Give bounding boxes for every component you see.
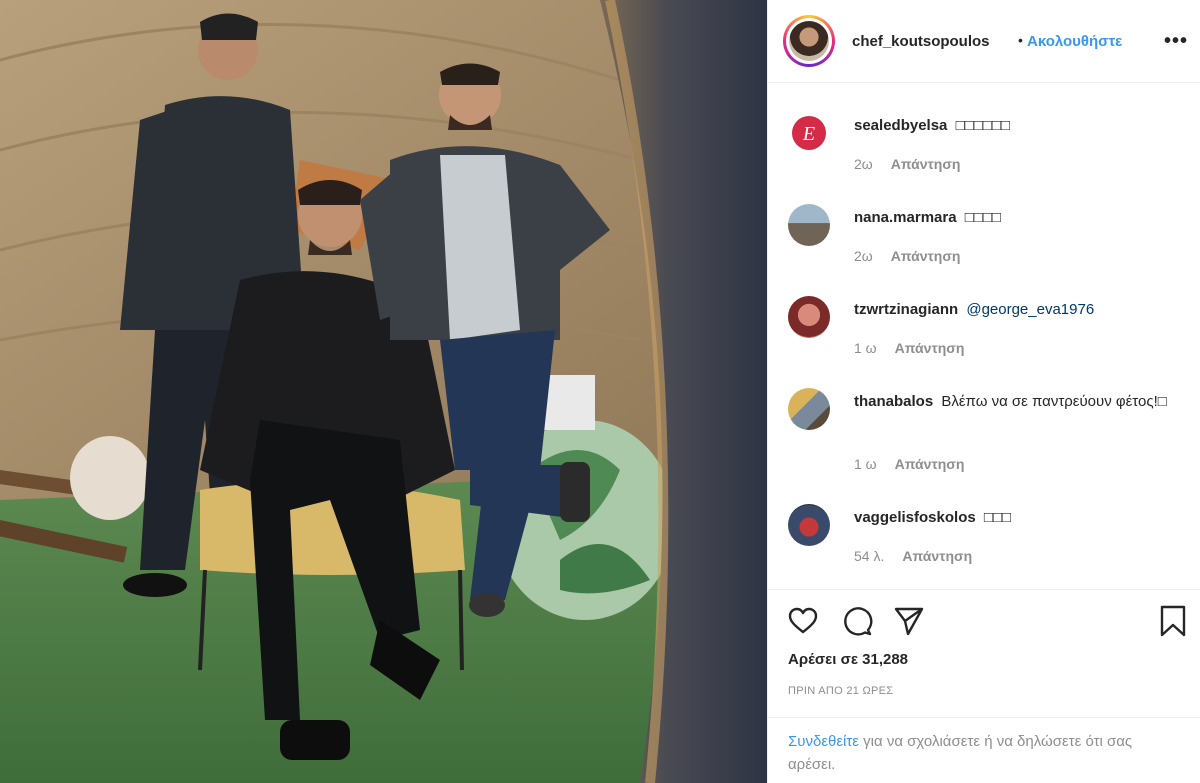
comment-item: thanabalos Βλέπω να σε παντρεύουν φέτος!… — [768, 382, 1200, 478]
comment-username[interactable]: thanabalos — [854, 393, 933, 410]
heart-icon[interactable] — [786, 604, 820, 638]
comment-body: □□□□□□ — [955, 117, 1010, 134]
commenter-avatar[interactable] — [788, 204, 830, 246]
post-side-panel: chef_koutsopoulos • Ακολουθήστε ••• E se… — [767, 0, 1200, 783]
photo-illustration — [0, 0, 767, 783]
comment-text: vaggelisfoskolos □□□ — [854, 506, 1183, 530]
comment-item: tzwrtzinagiann @george_eva1976 1 ω Απάντη… — [768, 290, 1200, 360]
comment-mention[interactable]: @george_eva1976 — [966, 301, 1094, 318]
commenter-avatar[interactable] — [788, 504, 830, 546]
comment-time: 54 λ. — [854, 548, 885, 564]
post-header: chef_koutsopoulos • Ακολουθήστε ••• — [768, 0, 1200, 83]
wax-seal-icon: E — [792, 116, 826, 150]
comment-time: 1 ω — [854, 456, 877, 472]
post-actions: Αρέσει σε 31,288 ΠΡΙΝ ΑΠΟ 21 ΩΡΕΣ Συνδεθ… — [768, 589, 1200, 783]
post-photo[interactable] — [0, 0, 767, 783]
comment-username[interactable]: sealedbyelsa — [854, 117, 947, 134]
post-timestamp: ΠΡΙΝ ΑΠΟ 21 ΩΡΕΣ — [788, 685, 894, 697]
comment-item: E sealedbyelsa □□□□□□ 2ω Απάντηση — [768, 106, 1200, 176]
comment-meta: 1 ω Απάντηση — [854, 340, 964, 356]
comment-item: nana.marmara □□□□ 2ω Απάντηση — [768, 198, 1200, 268]
author-avatar[interactable] — [783, 15, 835, 67]
comment-body: □□□□ — [964, 209, 1001, 226]
reply-button[interactable]: Απάντηση — [891, 248, 961, 264]
svg-text:E: E — [802, 123, 815, 145]
commenter-avatar[interactable]: E — [788, 112, 830, 154]
comment-meta: 2ω Απάντηση — [854, 248, 960, 264]
more-options-icon[interactable]: ••• — [1164, 30, 1188, 53]
comment-meta: 54 λ. Απάντηση — [854, 548, 972, 564]
likes-count[interactable]: Αρέσει σε 31,288 — [788, 651, 908, 668]
comment-username[interactable]: nana.marmara — [854, 209, 957, 226]
login-prompt: Συνδεθείτε για να σχολιάσετε ή να δηλώσε… — [768, 717, 1200, 783]
comment-time: 2ω — [854, 156, 873, 172]
comment-item: vaggelisfoskolos □□□ 54 λ. Απάντηση — [768, 498, 1200, 568]
commenter-avatar[interactable] — [788, 388, 830, 430]
comment-text: nana.marmara □□□□ — [854, 206, 1183, 230]
comment-meta: 1 ω Απάντηση — [854, 456, 964, 472]
reply-button[interactable]: Απάντηση — [902, 548, 972, 564]
paper-plane-icon[interactable] — [892, 604, 926, 638]
comment-body: Βλέπω να σε παντρεύουν φέτος!□ — [941, 393, 1167, 410]
login-link[interactable]: Συνδεθείτε — [788, 733, 859, 750]
author-username[interactable]: chef_koutsopoulos — [852, 33, 1015, 50]
comment-username[interactable]: vaggelisfoskolos — [854, 509, 976, 526]
reply-button[interactable]: Απάντηση — [895, 340, 965, 356]
reply-button[interactable]: Απάντηση — [891, 156, 961, 172]
reply-button[interactable]: Απάντηση — [895, 456, 965, 472]
comment-username[interactable]: tzwrtzinagiann — [854, 301, 958, 318]
comment-meta: 2ω Απάντηση — [854, 156, 960, 172]
comment-text: thanabalos Βλέπω να σε παντρεύουν φέτος!… — [854, 390, 1183, 414]
comment-bubble-icon[interactable] — [840, 604, 874, 638]
commenter-avatar[interactable] — [788, 296, 830, 338]
header-separator-dot: • — [1018, 32, 1023, 48]
author-avatar-image — [789, 21, 829, 61]
comments-list[interactable]: E sealedbyelsa □□□□□□ 2ω Απάντηση nana.ma… — [768, 84, 1200, 589]
comment-time: 1 ω — [854, 340, 877, 356]
comment-body: □□□ — [983, 509, 1012, 526]
comment-text: tzwrtzinagiann @george_eva1976 — [854, 298, 1183, 322]
bookmark-icon[interactable] — [1156, 604, 1190, 638]
comment-text: sealedbyelsa □□□□□□ — [854, 114, 1183, 138]
comment-time: 2ω — [854, 248, 873, 264]
login-message: Συνδεθείτε για να σχολιάσετε ή να δηλώσε… — [788, 730, 1183, 776]
follow-button[interactable]: Ακολουθήστε — [1027, 33, 1122, 50]
